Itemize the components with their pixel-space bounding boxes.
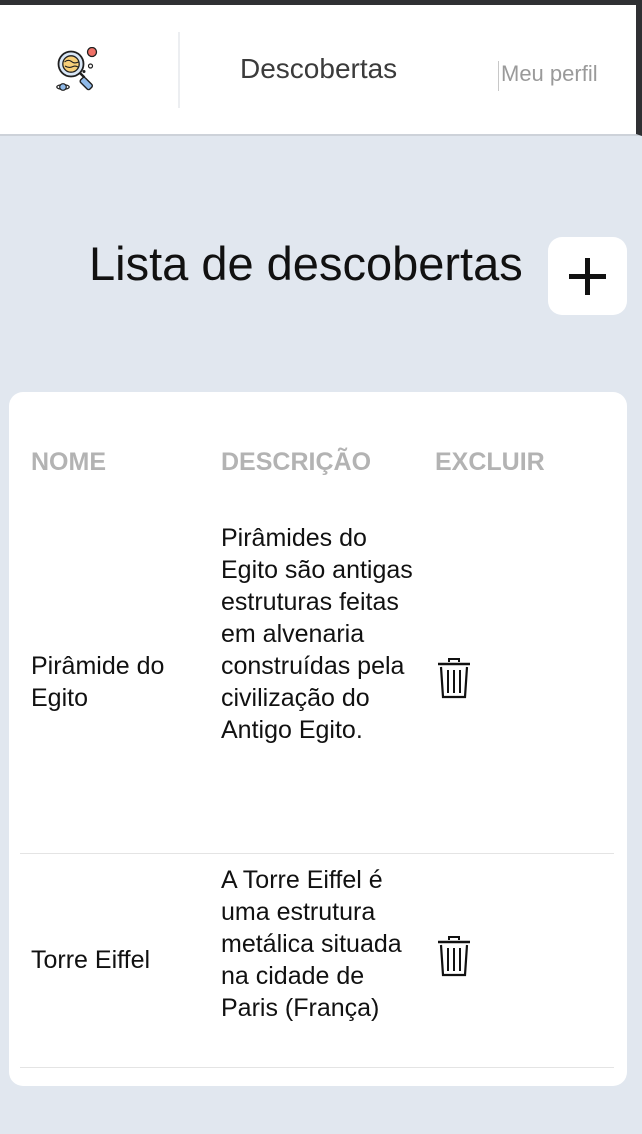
row-2-name: Torre Eiffel <box>31 946 151 974</box>
profile-link[interactable]: Meu perfil <box>498 61 598 91</box>
column-header-nome: NOME <box>31 448 106 476</box>
row-1-description: Pirâmides do Egito são antigas estrutura… <box>221 524 413 744</box>
add-discovery-button[interactable] <box>548 237 627 315</box>
row-divider <box>20 853 614 854</box>
trash-icon[interactable] <box>437 657 471 699</box>
column-header-descricao: DESCRIÇÃO <box>221 448 372 476</box>
row-2-description: A Torre Eiffel é uma estrutura metálica … <box>221 866 402 1022</box>
row-divider <box>20 1067 614 1068</box>
trash-icon[interactable] <box>437 935 471 977</box>
plus-icon <box>569 258 606 295</box>
column-header-excluir: EXCLUIR <box>435 448 545 476</box>
row-1-name: Pirâmide do Egito <box>31 652 165 712</box>
nav-title-descobertas[interactable]: Descobertas <box>240 53 397 85</box>
page-title: Lista de descobertas <box>89 237 523 290</box>
header-divider <box>178 32 180 108</box>
magnifier-planet-logo-icon[interactable] <box>54 46 100 93</box>
top-navbar: Descobertas Meu perfil <box>0 5 642 136</box>
